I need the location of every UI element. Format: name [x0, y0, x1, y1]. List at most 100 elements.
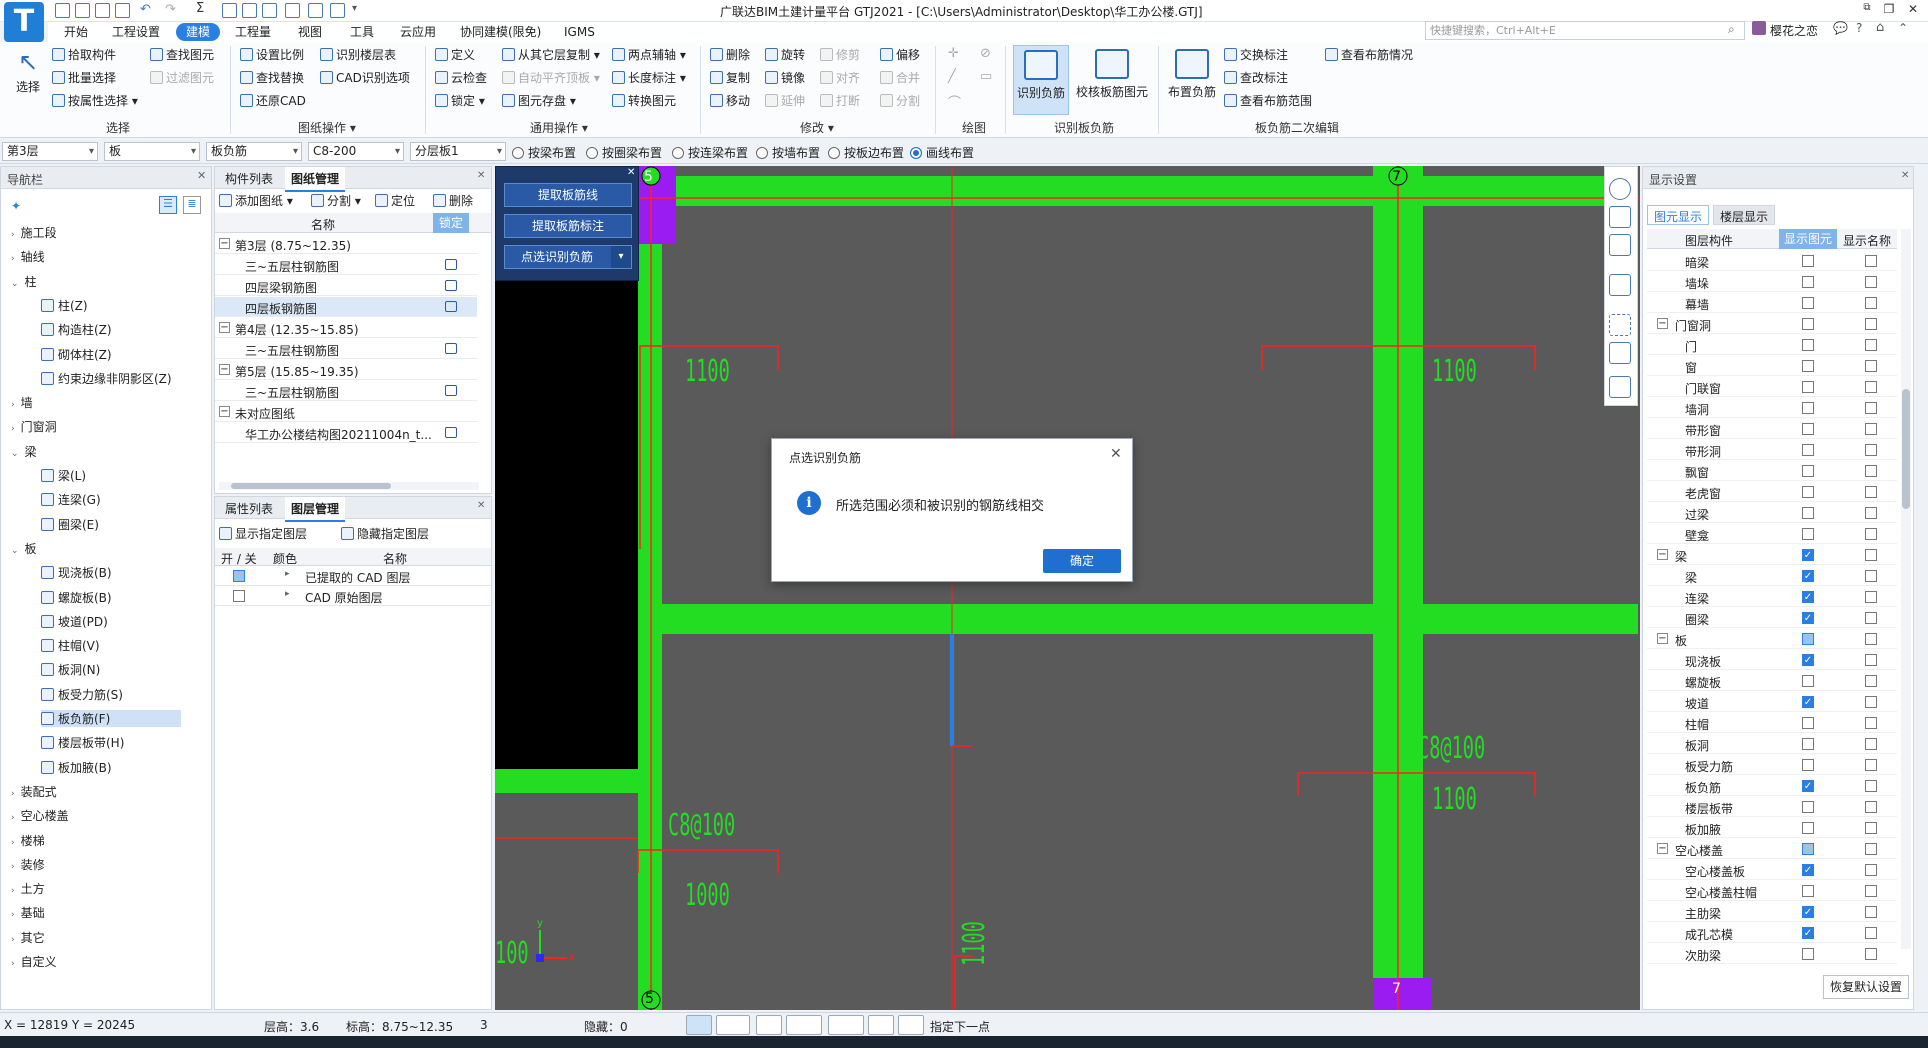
show-name-checkbox[interactable] [1865, 927, 1877, 939]
menu-igms[interactable]: IGMS [560, 23, 599, 41]
expand-icon[interactable]: ⌄ [11, 546, 19, 556]
lock-icon[interactable] [445, 259, 457, 270]
locate-drawing-button[interactable]: 定位 [375, 192, 415, 210]
rotate-point-icon[interactable]: ⊘ [980, 46, 991, 61]
save-icon[interactable] [115, 3, 130, 18]
display-row[interactable]: 板负筋 ✓ [1647, 776, 1897, 796]
show-name-checkbox[interactable] [1865, 717, 1877, 729]
expand-icon[interactable]: › [11, 230, 15, 240]
nav-item[interactable]: 板受力筋(S) [41, 686, 181, 703]
zoom-extents-icon[interactable] [1609, 314, 1631, 336]
scroll-thumb[interactable] [231, 483, 391, 489]
new-file-icon[interactable] [55, 3, 70, 18]
pick-component-button[interactable]: 拾取构件 [52, 46, 116, 64]
display-row[interactable]: 连梁 ✓ [1647, 587, 1897, 607]
expand-icon[interactable]: › [11, 424, 15, 434]
tab-floor-display[interactable]: 楼层显示 [1713, 205, 1776, 225]
show-name-checkbox[interactable] [1865, 381, 1877, 393]
show-element-checkbox[interactable]: ✓ [1802, 654, 1814, 666]
collapse-icon[interactable]: − [1657, 318, 1668, 329]
nav-item[interactable]: 板负筋(F) [41, 710, 181, 727]
find-replace-button[interactable]: 查找替换 [240, 69, 304, 87]
menu-modeling[interactable]: 建模 [176, 23, 221, 41]
drawing-row[interactable]: 四层梁钢筋图 [215, 276, 477, 296]
line-icon[interactable]: ╱ [948, 69, 956, 84]
ortho-toggle-icon[interactable] [686, 1015, 712, 1035]
show-name-checkbox[interactable] [1865, 465, 1877, 477]
close-icon[interactable]: ✕ [1110, 446, 1122, 462]
menu-quantities[interactable]: 工程量 [231, 23, 275, 41]
cad-options-button[interactable]: CAD识别选项 [320, 69, 410, 87]
show-name-checkbox[interactable] [1865, 738, 1877, 750]
menu-project-settings[interactable]: 工程设置 [108, 23, 164, 41]
collapse-icon[interactable]: − [219, 364, 230, 375]
trim-button[interactable]: 修剪 [820, 46, 860, 64]
layer-row[interactable]: ▸ CAD 原始图层 [215, 587, 491, 606]
nav-category[interactable]: ⌄ 梁 [11, 443, 37, 460]
search-icon[interactable]: ⌕ [1728, 22, 1735, 37]
show-name-checkbox[interactable] [1865, 276, 1877, 288]
col-show-element[interactable]: 显示图元 [1779, 229, 1837, 249]
show-element-checkbox[interactable] [1802, 948, 1814, 960]
rotate-button[interactable]: 旋转 [765, 46, 805, 64]
component-select[interactable]: C8-200 [308, 142, 404, 161]
app-logo[interactable]: T [4, 2, 44, 42]
expand-icon[interactable]: › [11, 789, 15, 799]
save-element-button[interactable]: 图元存盘 ▾ [502, 92, 576, 110]
nav-category[interactable]: › 墙 [11, 394, 33, 411]
menu-cloud[interactable]: 云应用 [396, 23, 440, 41]
tab-drawing-management[interactable]: 图纸管理 [285, 167, 346, 192]
nav-item[interactable]: 梁(L) [41, 467, 181, 484]
nav-item[interactable]: 板加腋(B) [41, 759, 181, 776]
show-element-checkbox[interactable] [1802, 633, 1814, 645]
show-element-checkbox[interactable] [1802, 717, 1814, 729]
drawing-row[interactable]: 四层板钢筋图 [215, 297, 477, 317]
settings-view-icon[interactable] [1609, 376, 1631, 398]
show-element-checkbox[interactable]: ✓ [1802, 696, 1814, 708]
display-row[interactable]: 圈梁 ✓ [1647, 608, 1897, 628]
nav-category[interactable]: › 装修 [11, 856, 45, 873]
nav-category[interactable]: › 轴线 [11, 248, 45, 265]
nav-category[interactable]: › 空心楼盖 [11, 807, 69, 824]
batch-select-button[interactable]: 批量选择 [52, 69, 116, 87]
restore-defaults-button[interactable]: 恢复默认设置 [1823, 975, 1909, 999]
display-row[interactable]: 飘窗 [1647, 461, 1897, 481]
show-element-checkbox[interactable] [1802, 444, 1814, 456]
restore-ribbon-icon[interactable]: ⧉ [1858, 2, 1876, 18]
expand-icon[interactable]: › [11, 838, 15, 848]
offset-toggle-icon[interactable] [828, 1015, 864, 1035]
copy-button[interactable]: 复制 [710, 69, 750, 87]
show-element-checkbox[interactable] [1802, 759, 1814, 771]
show-name-checkbox[interactable] [1865, 360, 1877, 372]
nav-category[interactable]: › 其它 [11, 929, 45, 946]
set-scale-button[interactable]: 设置比例 [240, 46, 304, 64]
display-row[interactable]: 空心楼盖板 ✓ [1647, 860, 1897, 880]
show-element-checkbox[interactable]: ✓ [1802, 549, 1814, 561]
drawing-row[interactable]: 三~五层柱钢筋图 [215, 339, 477, 359]
redo-icon[interactable]: ↷ [165, 2, 176, 17]
close-icon[interactable]: ✕ [477, 500, 485, 511]
collapse-icon[interactable]: − [219, 322, 230, 333]
layer-row[interactable]: ▸ 已提取的 CAD 图层 [215, 567, 491, 586]
close-icon[interactable]: ✕ [197, 169, 206, 182]
show-name-checkbox[interactable] [1865, 318, 1877, 330]
display-row[interactable]: 空心楼盖柱帽 [1647, 881, 1897, 901]
display-row[interactable]: 板受力筋 [1647, 755, 1897, 775]
display-row[interactable]: 梁 ✓ [1647, 566, 1897, 586]
nav-item[interactable]: 约束边缘非阴影区(Z) [41, 370, 181, 387]
expand-icon[interactable]: › [11, 886, 15, 896]
show-name-checkbox[interactable] [1865, 297, 1877, 309]
close-icon[interactable]: ✕ [1901, 170, 1909, 181]
display-row[interactable]: 带形洞 [1647, 440, 1897, 460]
detail-view-icon[interactable]: ≣ [183, 196, 201, 214]
lock-icon[interactable] [445, 385, 457, 396]
display-row[interactable]: 暗梁 [1647, 251, 1897, 271]
move-button[interactable]: 移动 [710, 92, 750, 110]
view-icon[interactable] [242, 3, 257, 18]
nav-item[interactable]: 连梁(G) [41, 491, 181, 508]
convert-element-button[interactable]: 转换图元 [612, 92, 676, 110]
show-name-checkbox[interactable] [1865, 444, 1877, 456]
display-row[interactable]: 墙洞 [1647, 398, 1897, 418]
lock-icon[interactable] [445, 301, 457, 312]
expand-icon[interactable]: › [11, 935, 15, 945]
